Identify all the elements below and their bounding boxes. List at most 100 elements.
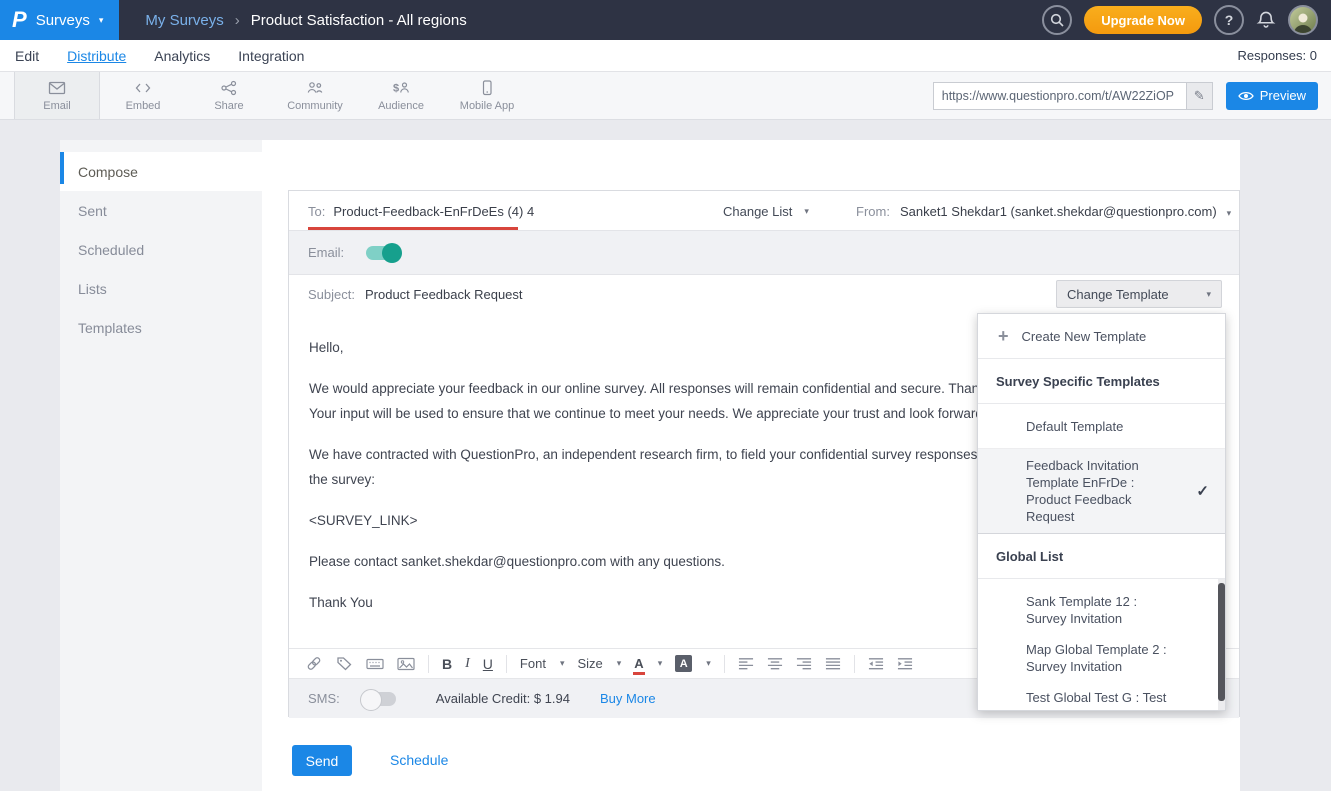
tab-analytics[interactable]: Analytics: [154, 48, 210, 64]
background-color-button[interactable]: A ▾: [675, 655, 711, 672]
merge-tag-button[interactable]: [336, 656, 353, 671]
email-toggle-label: Email:: [308, 245, 344, 260]
email-icon: [47, 80, 67, 96]
create-new-template-item[interactable]: + Create New Template: [978, 314, 1225, 359]
from-selector[interactable]: From: Sanket1 Shekdar1 (sanket.shekdar@q…: [856, 204, 1231, 219]
tab-edit[interactable]: Edit: [15, 48, 39, 64]
sidebar-item-scheduled[interactable]: Scheduled: [60, 230, 262, 269]
send-button[interactable]: Send: [292, 745, 352, 776]
tab-distribute[interactable]: Distribute: [67, 48, 126, 64]
insert-link-button[interactable]: [305, 656, 323, 671]
to-list-underline: [308, 227, 518, 230]
image-icon: [397, 657, 415, 671]
help-button[interactable]: ?: [1214, 5, 1244, 35]
survey-url-area: ✎ Preview: [933, 72, 1331, 119]
search-icon: [1050, 13, 1064, 27]
global-template-label: Sank Template 12 : Survey Invitation: [1026, 593, 1178, 627]
change-template-label: Change Template: [1067, 287, 1169, 302]
user-avatar[interactable]: [1288, 5, 1318, 35]
font-size-select[interactable]: Size ▾: [577, 656, 621, 671]
keyboard-icon: [366, 657, 384, 671]
change-template-button[interactable]: Change Template ▾: [1056, 280, 1222, 308]
survey-url-group: ✎: [933, 82, 1213, 110]
share-icon: [219, 80, 239, 96]
align-center-icon: [767, 657, 783, 670]
subject-input[interactable]: Product Feedback Request: [365, 287, 523, 302]
selected-template-label: Feedback Invitation Template EnFrDe : Pr…: [1026, 457, 1178, 525]
align-justify-icon: [825, 657, 841, 670]
insert-image-button[interactable]: [397, 657, 415, 671]
upgrade-now-button[interactable]: Upgrade Now: [1084, 6, 1202, 34]
available-credit-label: Available Credit: $ 1.94: [436, 691, 570, 706]
font-select-label: Font: [520, 656, 546, 671]
buy-more-link[interactable]: Buy More: [600, 691, 656, 706]
change-list-button[interactable]: Change List ▾: [723, 204, 809, 219]
preview-button[interactable]: Preview: [1226, 82, 1318, 110]
eye-icon: [1238, 90, 1254, 102]
survey-url-input[interactable]: [934, 83, 1186, 109]
channel-embed[interactable]: Embed: [100, 72, 186, 119]
email-toggle[interactable]: [366, 246, 400, 260]
chevron-down-icon: ▾: [1206, 289, 1211, 300]
product-switcher[interactable]: P Surveys ▾: [0, 0, 119, 40]
align-justify-button[interactable]: [825, 657, 841, 670]
text-color-button[interactable]: A ▾: [634, 656, 662, 671]
edit-url-button[interactable]: ✎: [1186, 83, 1212, 109]
channel-label: Audience: [378, 100, 424, 112]
check-icon: ✓: [1196, 482, 1209, 500]
scrollbar-thumb[interactable]: [1218, 583, 1225, 701]
svg-text:$: $: [393, 82, 399, 94]
template-item-selected[interactable]: Feedback Invitation Template EnFrDe : Pr…: [978, 449, 1225, 534]
font-family-select[interactable]: Font ▾: [520, 656, 565, 671]
channel-share[interactable]: Share: [186, 72, 272, 119]
sidebar-item-templates[interactable]: Templates: [60, 308, 262, 347]
align-left-button[interactable]: [738, 657, 754, 670]
template-item-global[interactable]: Test Global Test G : Test RAA G: [978, 689, 1225, 711]
channel-mobile-app[interactable]: Mobile App: [444, 72, 530, 119]
chevron-down-icon: ▾: [706, 658, 711, 669]
email-sidebar: Compose Sent Scheduled Lists Templates: [60, 140, 262, 791]
pencil-icon: ✎: [1194, 88, 1205, 104]
indent-icon: [897, 657, 913, 670]
questionpro-logo-icon: P: [12, 7, 27, 33]
template-item-global[interactable]: Sank Template 12 : Survey Invitation: [978, 593, 1225, 627]
sidebar-item-lists[interactable]: Lists: [60, 269, 262, 308]
indent-button[interactable]: [897, 657, 913, 670]
sidebar-item-sent[interactable]: Sent: [60, 191, 262, 230]
channel-label: Mobile App: [460, 100, 514, 112]
schedule-link[interactable]: Schedule: [390, 752, 448, 768]
channel-community[interactable]: Community: [272, 72, 358, 119]
chevron-down-icon: ▾: [560, 658, 565, 669]
align-right-button[interactable]: [796, 657, 812, 670]
create-new-template-label: Create New Template: [1022, 329, 1147, 344]
plus-icon: +: [998, 326, 1009, 347]
responses-count: Responses: 0: [1238, 48, 1318, 63]
distribute-channel-bar: Email Embed Share Community $ Audience M…: [0, 72, 1331, 120]
tab-integration[interactable]: Integration: [238, 48, 304, 64]
outdent-icon: [868, 657, 884, 670]
bold-button[interactable]: B: [442, 656, 452, 672]
template-item-global[interactable]: Map Global Template 2 : Survey Invitatio…: [978, 641, 1225, 675]
breadcrumb-my-surveys[interactable]: My Surveys: [145, 12, 223, 29]
outdent-button[interactable]: [868, 657, 884, 670]
subject-label: Subject:: [308, 287, 355, 302]
change-list-label: Change List: [723, 204, 792, 219]
search-button[interactable]: [1042, 5, 1072, 35]
notifications-button[interactable]: [1256, 10, 1276, 30]
keyboard-button[interactable]: [366, 657, 384, 671]
channel-email[interactable]: Email: [14, 72, 100, 119]
to-list-selector[interactable]: To: Product-Feedback-EnFrDeEs (4) 4: [308, 204, 534, 219]
sidebar-item-label: Lists: [78, 281, 107, 297]
sidebar-item-compose[interactable]: Compose: [60, 152, 262, 191]
channel-audience[interactable]: $ Audience: [358, 72, 444, 119]
section-tab-bar: Edit Distribute Analytics Integration Re…: [0, 40, 1331, 72]
align-center-button[interactable]: [767, 657, 783, 670]
underline-button[interactable]: U: [483, 656, 493, 672]
template-item-default[interactable]: Default Template: [978, 404, 1225, 449]
top-navbar: P Surveys ▾ My Surveys › Product Satisfa…: [0, 0, 1331, 40]
chevron-down-icon: ▾: [1227, 208, 1232, 219]
italic-button[interactable]: I: [465, 656, 470, 672]
sidebar-item-label: Sent: [78, 203, 107, 219]
align-left-icon: [738, 657, 754, 670]
sms-toggle[interactable]: [362, 692, 396, 706]
